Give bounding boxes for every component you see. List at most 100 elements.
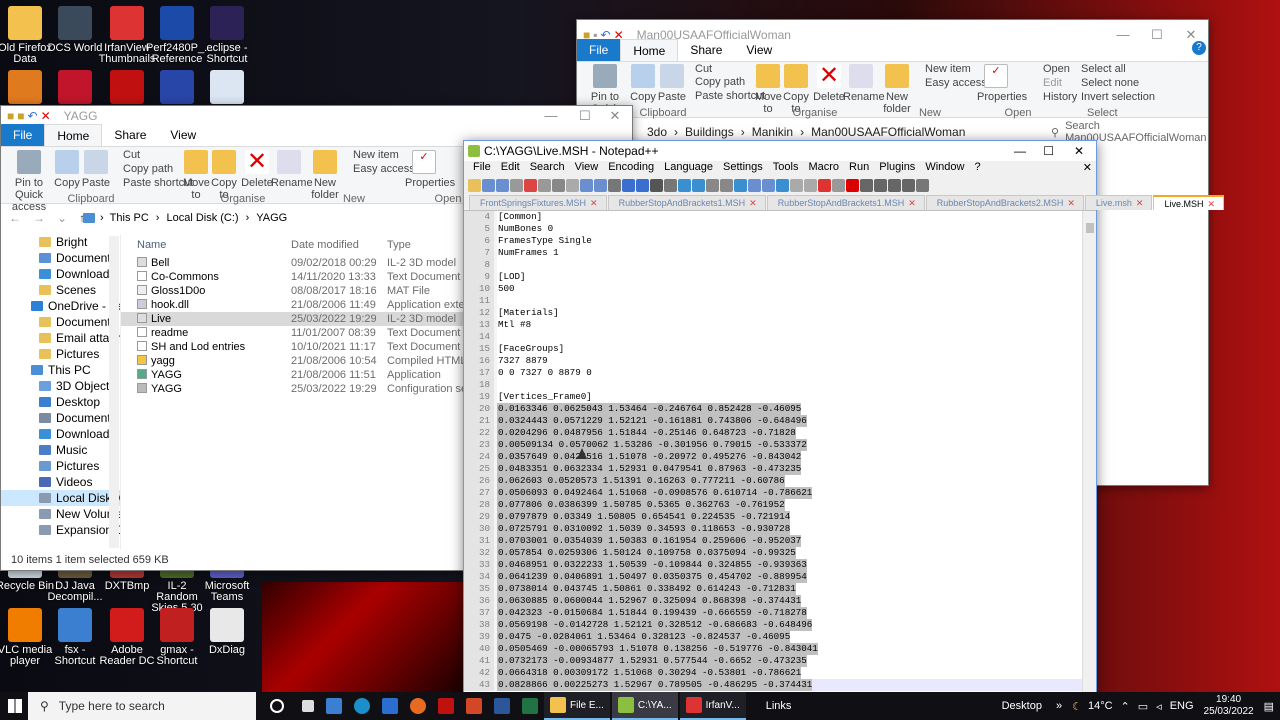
- code-line[interactable]: 43 0.0828866 0.00225273 1.52967 0.789505 …: [464, 679, 1082, 691]
- close-button[interactable]: ✕: [1074, 141, 1084, 161]
- code-line[interactable]: 22 0.0204296 0.0487956 1.51844 -0.25146 0…: [464, 427, 1082, 439]
- code-line[interactable]: 19 [Vertices_Frame0]: [464, 391, 1082, 403]
- vertical-scrollbar[interactable]: [1082, 211, 1096, 695]
- firefox-icon[interactable]: [410, 698, 426, 714]
- breadcrumb-buildings[interactable]: Buildings: [685, 125, 734, 139]
- toolbar-icon[interactable]: [636, 178, 649, 192]
- temperature[interactable]: 14°C: [1088, 700, 1113, 712]
- code-line[interactable]: 12 [Materials]: [464, 307, 1082, 319]
- toolbar-icon[interactable]: [916, 178, 929, 192]
- tab-file[interactable]: File: [1, 124, 45, 146]
- copy-path-button[interactable]: Copy path: [123, 163, 173, 175]
- column-date[interactable]: Date modified: [291, 234, 387, 256]
- breadcrumb-local-disk[interactable]: Local Disk (C:): [166, 212, 238, 224]
- text-editor[interactable]: 4 [Common] 5 NumBones 0 6 FramesType Single 7 N…: [464, 211, 1082, 695]
- code-line[interactable]: 21 0.0324443 0.0571229 1.52121 -0.161881 …: [464, 415, 1082, 427]
- toolbar-icon[interactable]: [776, 178, 789, 192]
- tab-view[interactable]: View: [734, 39, 784, 61]
- copy-path-button[interactable]: Copy path: [695, 76, 745, 88]
- breadcrumb-yagg[interactable]: YAGG: [256, 212, 287, 224]
- code-line[interactable]: 20 0.0163346 0.0625043 1.53464 -0.246764 …: [464, 403, 1082, 415]
- new-item-button[interactable]: New item: [925, 63, 971, 75]
- acrobat-icon[interactable]: [438, 698, 454, 714]
- document-tab[interactable]: Live.MSH ✕: [1153, 195, 1225, 210]
- tab-home[interactable]: Home: [44, 124, 103, 146]
- code-line[interactable]: 39 0.0475 -0.0284061 1.53464 0.328123 -0.…: [464, 631, 1082, 643]
- document-tab[interactable]: RubberStopAndBrackets2.MSH ✕: [925, 195, 1084, 210]
- toolbar-icon[interactable]: [594, 178, 607, 192]
- toolbar-icon[interactable]: [580, 178, 593, 192]
- toolbar-icon[interactable]: [846, 178, 859, 192]
- code-line[interactable]: 41 0.0732173 -0.00934877 1.52931 0.577544…: [464, 655, 1082, 667]
- invert-selection-button[interactable]: Invert selection: [1081, 91, 1155, 103]
- tab-share[interactable]: Share: [102, 124, 158, 146]
- code-line[interactable]: 33 0.0468951 0.0322233 1.50539 -0.109844 …: [464, 559, 1082, 571]
- nav-item[interactable]: Documents: [1, 314, 120, 330]
- menu-item[interactable]: Plugins: [874, 161, 920, 175]
- properties-button[interactable]: ✓ Properties: [977, 64, 1027, 103]
- toolbar-icon[interactable]: [678, 178, 691, 192]
- toolbar-icon[interactable]: [538, 178, 551, 192]
- close-doc-button[interactable]: ✕: [1083, 161, 1092, 174]
- menu-item[interactable]: Search: [525, 161, 570, 175]
- nav-item[interactable]: Email attachments: [1, 330, 120, 346]
- tab-share[interactable]: Share: [678, 39, 734, 61]
- excel-icon[interactable]: [522, 698, 538, 714]
- toolbar-icon[interactable]: [552, 178, 565, 192]
- delete-icon[interactable]: ✕: [41, 109, 51, 123]
- menu-item[interactable]: Language: [659, 161, 718, 175]
- move-to-button[interactable]: Move to: [755, 64, 782, 115]
- toolbar-icon[interactable]: [706, 178, 719, 192]
- menu-item[interactable]: View: [570, 161, 604, 175]
- code-line[interactable]: 16 7327 8879: [464, 355, 1082, 367]
- code-line[interactable]: 11: [464, 295, 1082, 307]
- start-button[interactable]: [8, 699, 22, 713]
- menu-item[interactable]: Settings: [718, 161, 768, 175]
- toolbar-icon[interactable]: [608, 178, 621, 192]
- document-tab[interactable]: RubberStopAndBrackets1.MSH ✕: [766, 195, 925, 210]
- taskbar-app-notepadpp[interactable]: C:\YA...: [611, 692, 678, 720]
- code-line[interactable]: 9 [LOD]: [464, 271, 1082, 283]
- network-icon[interactable]: ▭: [1138, 700, 1148, 713]
- code-line[interactable]: 40 0.0505469 -0.00065793 1.51078 0.138256…: [464, 643, 1082, 655]
- code-line[interactable]: 35 0.0738014 0.043745 1.50861 0.338492 0.…: [464, 583, 1082, 595]
- code-line[interactable]: 34 0.0641239 0.0406891 1.50497 0.0350375 …: [464, 571, 1082, 583]
- toolbar-icon[interactable]: [762, 178, 775, 192]
- code-line[interactable]: 10 500: [464, 283, 1082, 295]
- column-name[interactable]: Name: [121, 234, 291, 256]
- code-line[interactable]: 25 0.0483351 0.0632334 1.52931 0.0479541 …: [464, 463, 1082, 475]
- menu-item[interactable]: File: [468, 161, 496, 175]
- copy-button[interactable]: Copy: [629, 64, 657, 103]
- toolbar-icon[interactable]: [482, 178, 495, 192]
- code-line[interactable]: 38 0.0569198 -0.0142728 1.52121 0.328512 …: [464, 619, 1082, 631]
- toolbar-icon[interactable]: [888, 178, 901, 192]
- open-button[interactable]: Open: [1043, 63, 1070, 75]
- toolbar-icon[interactable]: [692, 178, 705, 192]
- new-item-button[interactable]: New item: [353, 149, 399, 161]
- toolbar-icon[interactable]: [650, 178, 663, 192]
- close-tab-icon[interactable]: ✕: [749, 198, 757, 208]
- code-line[interactable]: 18: [464, 379, 1082, 391]
- toolbar-icon[interactable]: [496, 178, 509, 192]
- chevron-down-icon[interactable]: ⌄: [57, 211, 67, 225]
- nav-item[interactable]: Documents: [1, 250, 120, 266]
- desktop-icon[interactable]: eclipse - Shortcut: [196, 4, 258, 65]
- nav-item[interactable]: Videos: [1, 474, 120, 490]
- breadcrumb-manikin[interactable]: Manikin: [752, 125, 793, 139]
- volume-icon[interactable]: ◃: [1156, 700, 1162, 713]
- toolbar-icon[interactable]: [510, 178, 523, 192]
- nav-item[interactable]: Scenes: [1, 282, 120, 298]
- help-icon[interactable]: ?: [1192, 41, 1206, 55]
- cortana-icon[interactable]: [270, 699, 284, 713]
- breadcrumb-this-pc[interactable]: This PC: [110, 212, 149, 224]
- toolbar-icon[interactable]: [720, 178, 733, 192]
- nav-item[interactable]: OneDrive - Personal: [1, 298, 120, 314]
- menu-item[interactable]: Window: [920, 161, 969, 175]
- toolbar-icon[interactable]: [790, 178, 803, 192]
- search-box[interactable]: ⚲ Type here to search: [28, 692, 256, 720]
- code-line[interactable]: 42 0.0664318 0.00309172 1.51068 0.30294 -…: [464, 667, 1082, 679]
- menu-item[interactable]: Tools: [768, 161, 804, 175]
- code-line[interactable]: 8: [464, 259, 1082, 271]
- menu-item[interactable]: Edit: [496, 161, 525, 175]
- nav-item[interactable]: Downloads: [1, 266, 120, 282]
